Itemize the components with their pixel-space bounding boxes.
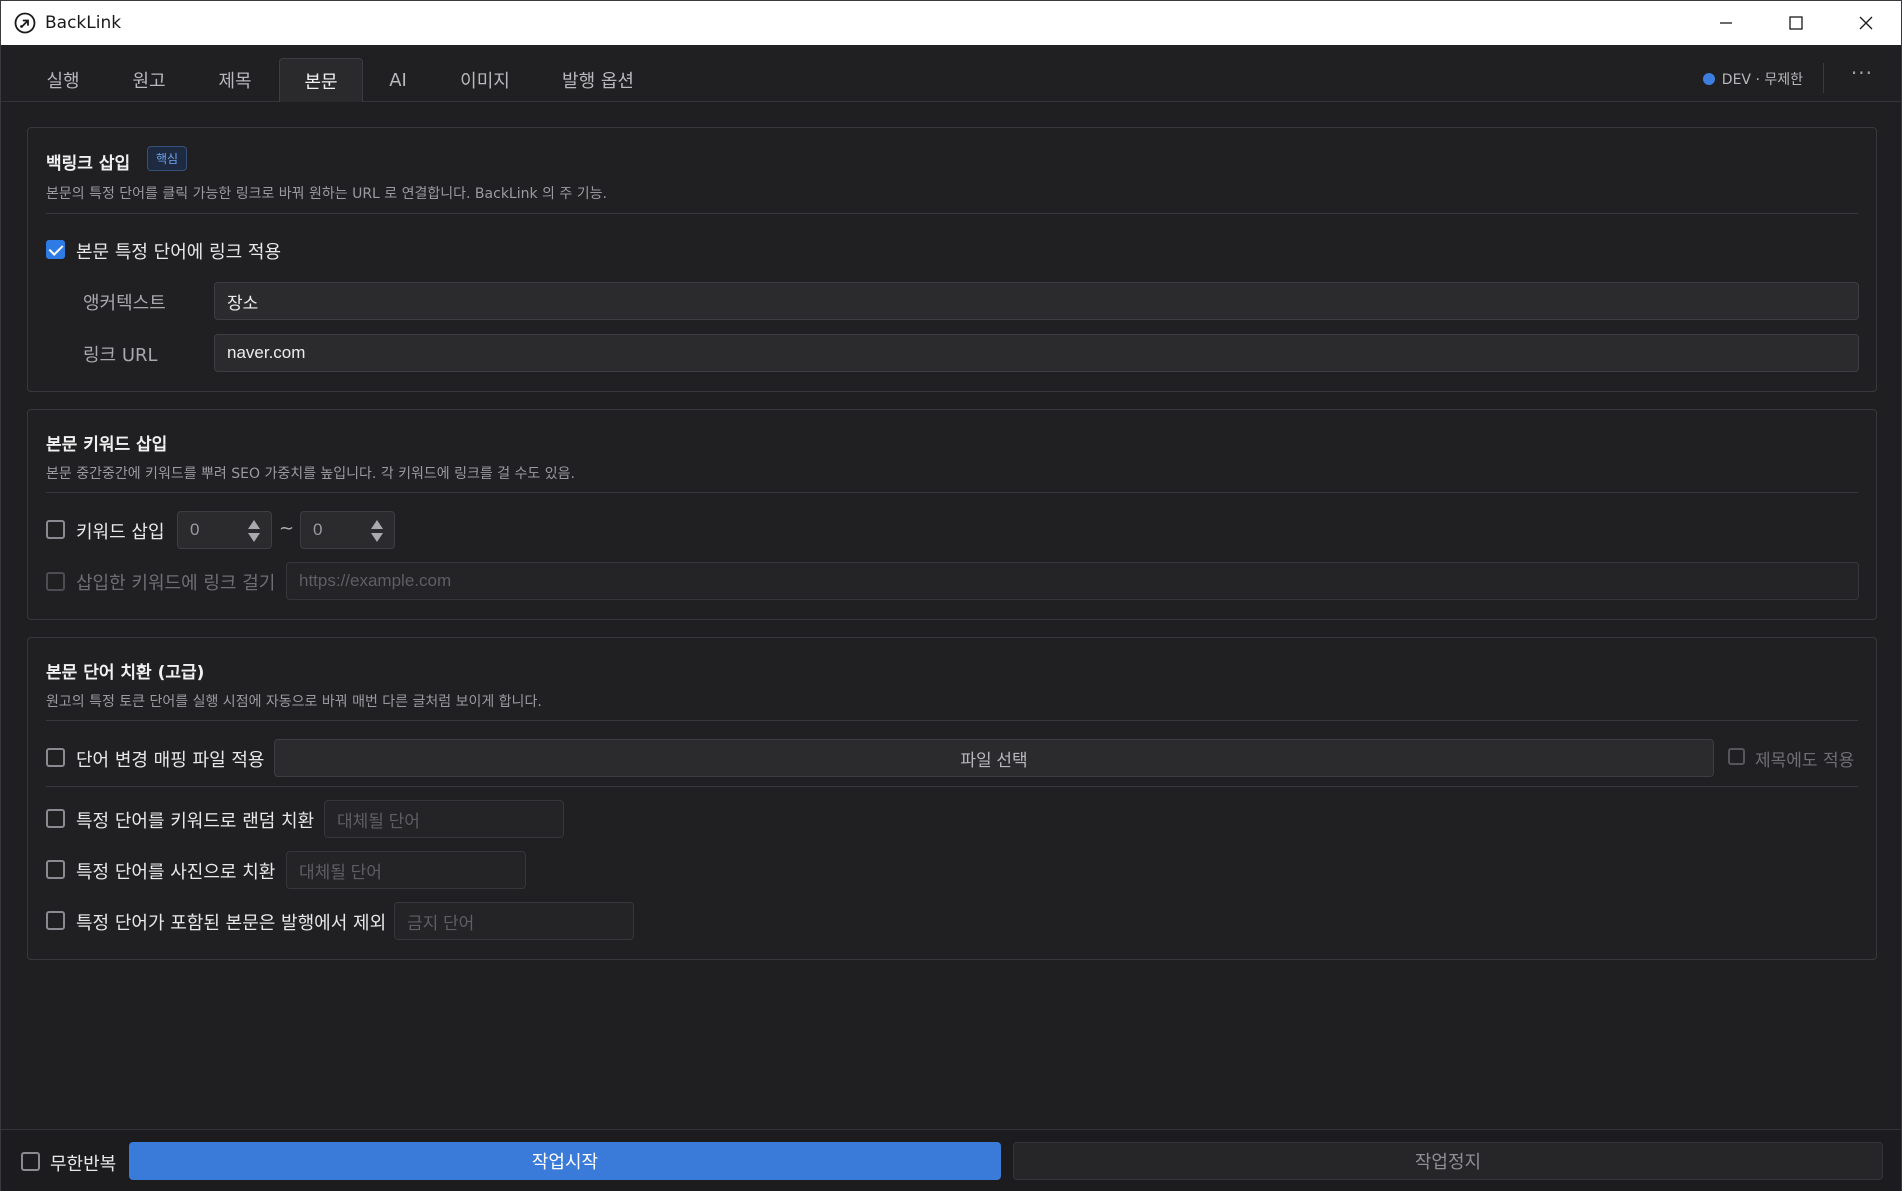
tab-publish-options[interactable]: 발행 옵션 xyxy=(549,58,647,102)
divider xyxy=(46,492,1858,493)
tab-title[interactable]: 제목 xyxy=(197,58,273,102)
app-logo-icon xyxy=(14,12,36,34)
license-status: DEV · 무제한 xyxy=(1702,69,1803,89)
keyword-insert-label: 키워드 삽입 xyxy=(76,522,165,543)
apply-title-checkbox[interactable] xyxy=(1728,748,1745,765)
photo-replace-label: 특정 단어를 사진으로 치환 xyxy=(76,862,276,883)
apply-link-checkbox[interactable] xyxy=(46,240,65,259)
maximize-button[interactable] xyxy=(1761,1,1831,45)
keyword-min-value: 0 xyxy=(190,520,200,539)
minimize-icon xyxy=(1720,22,1732,24)
tab-ai[interactable]: AI xyxy=(365,58,431,102)
title-bar[interactable]: BackLink xyxy=(1,1,1901,45)
spin-arrows-icon[interactable] xyxy=(370,519,384,543)
tab-image[interactable]: 이미지 xyxy=(441,58,529,102)
status-text: DEV · 무제한 xyxy=(1721,72,1803,88)
word-replace-title: 본문 단어 치환 (고급) xyxy=(46,663,205,683)
random-replace-input[interactable]: 대체될 단어 xyxy=(324,800,564,838)
keyword-max-spinbox[interactable]: 0 xyxy=(300,511,395,549)
start-button[interactable]: 작업시작 xyxy=(129,1142,1001,1180)
core-badge: 핵심 xyxy=(147,146,188,171)
status-dot-icon xyxy=(1702,73,1715,85)
window-title: BackLink xyxy=(45,13,122,33)
mapping-file-label: 단어 변경 매핑 파일 적용 xyxy=(76,750,265,771)
link-url-label: 링크 URL xyxy=(83,345,158,366)
bottom-bar: 무한반복 작업시작 작업정지 xyxy=(1,1129,1901,1191)
keyword-link-label: 삽입한 키워드에 링크 걸기 xyxy=(76,573,276,594)
divider xyxy=(46,720,1858,721)
backlink-description: 본문의 특정 단어를 클릭 가능한 링크로 바꿔 원하는 URL 로 연결합니다… xyxy=(46,186,607,202)
close-icon xyxy=(1859,16,1873,30)
stop-button[interactable]: 작업정지 xyxy=(1013,1142,1883,1180)
photo-replace-checkbox[interactable] xyxy=(46,860,65,879)
app-window: BackLink 실행 원고 제목 본문 AI 이미지 발행 옵션 DEV · … xyxy=(0,0,1902,1191)
word-replace-description: 원고의 특정 토큰 단어를 실행 시점에 자동으로 바꿔 매번 다른 글처럼 보… xyxy=(46,694,542,710)
infinite-repeat-label: 무한반복 xyxy=(50,1154,117,1175)
keyword-insert-checkbox[interactable] xyxy=(46,520,65,539)
spin-arrows-icon[interactable] xyxy=(247,519,261,543)
divider xyxy=(1823,63,1824,93)
exclude-word-checkbox[interactable] xyxy=(46,911,65,930)
tab-body[interactable]: 본문 xyxy=(279,58,363,102)
close-button[interactable] xyxy=(1831,1,1901,45)
infinite-repeat-checkbox[interactable] xyxy=(21,1152,40,1171)
keyword-min-spinbox[interactable]: 0 xyxy=(177,511,272,549)
divider xyxy=(46,213,1858,214)
minimize-button[interactable] xyxy=(1691,1,1761,45)
anchor-text-input[interactable]: 장소 xyxy=(214,282,1859,320)
more-menu-icon[interactable]: ··· xyxy=(1851,61,1873,85)
exclude-word-label: 특정 단어가 포함된 본문은 발행에서 제외 xyxy=(76,913,387,934)
keyword-max-value: 0 xyxy=(313,520,323,539)
word-replace-panel: 본문 단어 치환 (고급) 원고의 특정 토큰 단어를 실행 시점에 자동으로 … xyxy=(27,637,1877,960)
file-select-button[interactable]: 파일 선택 xyxy=(274,739,1714,777)
keyword-title: 본문 키워드 삽입 xyxy=(46,435,168,455)
keyword-description: 본문 중간중간에 키워드를 뿌려 SEO 가중치를 높입니다. 각 키워드에 링… xyxy=(46,466,575,482)
range-separator: ~ xyxy=(279,518,295,539)
maximize-icon xyxy=(1789,16,1803,30)
keyword-link-url-input[interactable]: https://example.com xyxy=(286,562,1859,600)
exclude-word-input[interactable]: 금지 단어 xyxy=(394,902,634,940)
keyword-link-checkbox[interactable] xyxy=(46,572,65,591)
link-url-input[interactable]: naver.com xyxy=(214,334,1859,372)
anchor-text-label: 앵커텍스트 xyxy=(83,293,166,314)
random-replace-label: 특정 단어를 키워드로 랜덤 치환 xyxy=(76,811,315,832)
divider xyxy=(46,786,1858,787)
keyword-panel: 본문 키워드 삽입 본문 중간중간에 키워드를 뿌려 SEO 가중치를 높입니다… xyxy=(27,409,1877,620)
photo-replace-input[interactable]: 대체될 단어 xyxy=(286,851,526,889)
tab-bar: 실행 원고 제목 본문 AI 이미지 발행 옵션 DEV · 무제한 ··· xyxy=(1,45,1901,102)
tab-run[interactable]: 실행 xyxy=(25,58,101,102)
backlink-title: 백링크 삽입 xyxy=(46,154,131,174)
mapping-file-checkbox[interactable] xyxy=(46,748,65,767)
apply-title-label: 제목에도 적용 xyxy=(1755,751,1855,771)
backlink-panel: 백링크 삽입 핵심 본문의 특정 단어를 클릭 가능한 링크로 바꿔 원하는 U… xyxy=(27,127,1877,392)
random-replace-checkbox[interactable] xyxy=(46,809,65,828)
tab-manuscript[interactable]: 원고 xyxy=(111,58,187,102)
apply-link-label: 본문 특정 단어에 링크 적용 xyxy=(76,242,282,263)
